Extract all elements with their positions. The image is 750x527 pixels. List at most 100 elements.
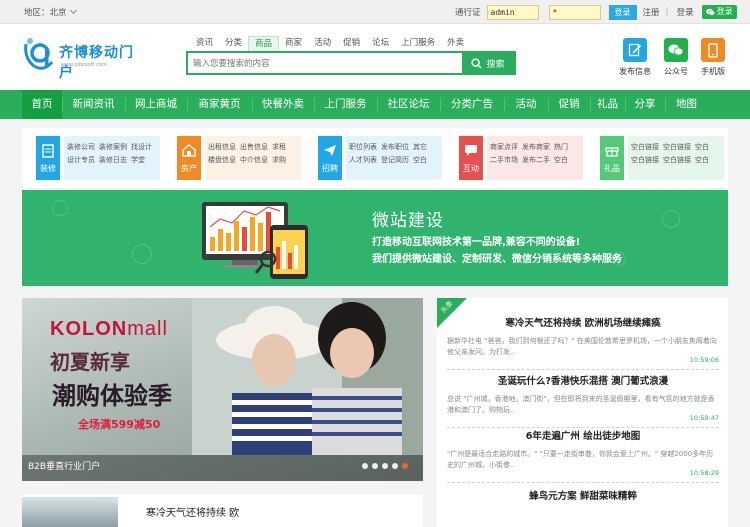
news-item[interactable]: 蜂鸟元方案 鲜甜菜味精粹: [447, 488, 719, 502]
house-icon: [177, 144, 201, 158]
site-logo[interactable]: 齐博移动门户 www.qibosoft.com: [22, 36, 142, 81]
nav-item[interactable]: 礼品: [590, 90, 625, 119]
nav-item[interactable]: 快餐外卖: [252, 90, 314, 119]
category-link[interactable]: 二手市场: [490, 156, 518, 164]
category-link[interactable]: 中介信息: [240, 156, 268, 164]
news-desc: "广州是最适合走路的城市。" "只要一走街串巷，你就会爱上广州。" 穿越2000…: [447, 450, 714, 469]
slider-dot[interactable]: [382, 463, 388, 469]
slider-dot[interactable]: [372, 463, 378, 469]
search-tab[interactable]: 外卖: [441, 36, 470, 51]
search-tab[interactable]: 论坛: [366, 36, 395, 51]
wechat-login-button[interactable]: 登录: [701, 5, 737, 19]
nav-item[interactable]: 商家黄页: [187, 90, 252, 119]
image-slider[interactable]: KOLONmall 初夏新享 潮购体验季 全场满599减50 B2B垂直行业门户: [22, 298, 423, 481]
news-item[interactable]: 圣诞玩什么?香港快乐混搭 澳门葡式浪漫 总说 "广州城，香港地，澳门街"，但在即将…: [447, 373, 719, 428]
category-link[interactable]: 发布职位: [381, 143, 409, 151]
category-link[interactable]: 空白: [413, 156, 427, 164]
category-link[interactable]: 人才列表: [349, 156, 377, 164]
category-link[interactable]: 空白: [554, 156, 568, 164]
nav-item[interactable]: 上门服务: [314, 90, 377, 119]
category-link[interactable]: 找设计: [131, 143, 152, 151]
search-tab[interactable]: 促销: [337, 36, 366, 51]
paper-plane-icon: [318, 144, 342, 158]
category-link[interactable]: 出租信息: [208, 143, 236, 151]
search-icon: [471, 57, 483, 69]
username-input[interactable]: [486, 4, 539, 20]
news-title[interactable]: 圣诞玩什么?香港快乐混搭 澳门葡式浪漫: [447, 373, 719, 387]
category-link[interactable]: 空白链接: [663, 156, 691, 164]
nav-divider: [440, 98, 441, 111]
category-link[interactable]: 其它: [413, 143, 427, 151]
quick-publish[interactable]: 发布信息: [615, 38, 655, 77]
category-link[interactable]: 商家点评: [490, 143, 518, 151]
slider-dot[interactable]: [392, 463, 398, 469]
nav-item[interactable]: 首页: [22, 90, 62, 119]
news-item[interactable]: 6年走遍广州 绘出徒步地图 "广州是最适合走路的城市。" "只要一走街串巷，你就会…: [447, 428, 719, 483]
category-link[interactable]: 装修案例: [99, 143, 127, 151]
nav-item[interactable]: 分享: [625, 90, 665, 119]
category-link[interactable]: 职位列表: [349, 143, 377, 151]
slider-dot[interactable]: [362, 463, 368, 469]
category-tile[interactable]: 礼品: [600, 136, 624, 180]
news-title[interactable]: 蜂鸟元方案 鲜甜菜味精粹: [447, 488, 719, 502]
mobile-phone-icon: [701, 38, 725, 62]
slide-photo-figures: [192, 298, 423, 455]
category-tile[interactable]: 互动: [459, 136, 483, 180]
nav-item[interactable]: 网上商城: [125, 90, 187, 119]
category-link[interactable]: 求租: [272, 143, 286, 151]
search-button[interactable]: 搜索: [462, 53, 514, 73]
category-link[interactable]: 楼盘信息: [208, 156, 236, 164]
quick-wechat[interactable]: 公众号: [656, 38, 696, 77]
category-block: 招聘 职位列表 发布职位 其它人才列表 登记简历 空白: [312, 136, 444, 180]
news-title[interactable]: 6年走遍广州 绘出徒步地图: [447, 428, 719, 442]
category-link[interactable]: 求购: [272, 156, 286, 164]
category-link[interactable]: 空白: [695, 143, 709, 151]
category-links: 出租信息 出售信息 求租楼盘信息 中介信息 求购: [205, 136, 301, 180]
category-link[interactable]: 出售信息: [240, 143, 268, 151]
nav-item[interactable]: 新闻资讯: [62, 90, 125, 119]
category-link[interactable]: 装修日志: [99, 156, 127, 164]
quick-mobile[interactable]: 手机版: [693, 38, 733, 77]
nav-divider: [590, 98, 591, 111]
category-link[interactable]: 空白链接: [631, 156, 659, 164]
category-tile[interactable]: 房产: [177, 136, 201, 180]
category-link[interactable]: 学堂: [131, 156, 145, 164]
register-link[interactable]: 注册: [643, 6, 660, 18]
category-link[interactable]: 热门: [554, 143, 568, 151]
news-card[interactable]: 寒冷天气还将持续 欧: [22, 495, 423, 527]
category-link[interactable]: 装修公司: [67, 143, 95, 151]
category-link[interactable]: 空白链接: [663, 143, 691, 151]
nav-item[interactable]: 分类广告: [440, 90, 504, 119]
password-input[interactable]: [548, 4, 601, 20]
search-tab[interactable]: 分类: [219, 36, 248, 51]
news-item[interactable]: 寒冷天气还将持续 欧洲机场继续瘫痪 据新华社电 "爸爸，我们到何根还了吗？" 在美…: [447, 315, 719, 370]
search-tab[interactable]: 商品: [248, 36, 280, 51]
gift-icon: [600, 144, 624, 158]
logout-link[interactable]: 登录: [677, 6, 694, 18]
category-link[interactable]: 发布二手: [522, 156, 550, 164]
news-title[interactable]: 寒冷天气还将持续 欧洲机场继续瘫痪: [447, 315, 719, 329]
slider-dot[interactable]: [402, 463, 408, 469]
nav-item[interactable]: 社区论坛: [377, 90, 440, 119]
category-link[interactable]: 空白链接: [631, 143, 659, 151]
search-input[interactable]: [188, 53, 462, 73]
login-button[interactable]: 登录: [608, 4, 637, 20]
nav-divider: [504, 98, 505, 111]
nav-item[interactable]: 促销: [548, 90, 590, 119]
region-selector[interactable]: 地区：北京: [24, 6, 77, 18]
promo-banner[interactable]: 微站建设 打造移动互联网技术第一品牌,兼容不同的设备! 我们提供微站建设、定制研…: [22, 190, 728, 286]
search-tab[interactable]: 活动: [308, 36, 337, 51]
category-link[interactable]: 空白: [695, 156, 709, 164]
search-tab[interactable]: 资讯: [190, 36, 219, 51]
category-link[interactable]: 设计专员: [67, 156, 95, 164]
region-label: 地区：北京: [24, 8, 67, 18]
category-link[interactable]: 发布商家: [522, 143, 550, 151]
nav-item[interactable]: 活动: [504, 90, 548, 119]
category-link[interactable]: 登记简历: [381, 156, 409, 164]
slide-brand: KOLONmall: [50, 318, 168, 341]
search-tab[interactable]: 上门服务: [395, 36, 441, 51]
nav-item[interactable]: 地图: [665, 90, 708, 119]
category-tile[interactable]: 招聘: [318, 136, 342, 180]
search-tab[interactable]: 商家: [279, 36, 308, 51]
category-tile[interactable]: 装修: [36, 136, 60, 180]
